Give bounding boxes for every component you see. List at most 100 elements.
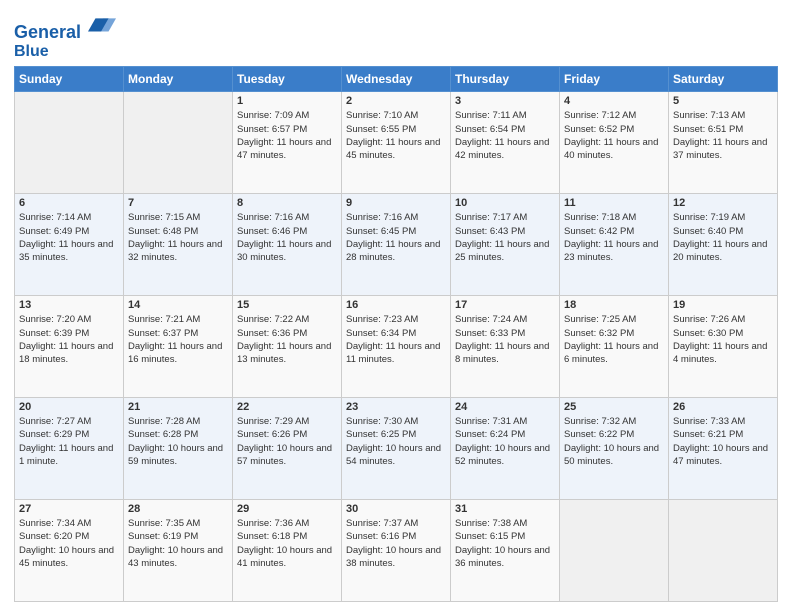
logo: General Blue (14, 10, 116, 60)
calendar-cell: 5 Sunrise: 7:13 AM Sunset: 6:51 PM Daylig… (669, 92, 778, 194)
day-number: 11 (564, 197, 664, 209)
day-number: 24 (455, 401, 555, 413)
calendar-cell: 6Sunrise: 7:14 AM Sunset: 6:49 PM Daylig… (15, 194, 124, 296)
week-row-1: 6Sunrise: 7:14 AM Sunset: 6:49 PM Daylig… (15, 194, 778, 296)
day-info: Sunrise: 7:18 AM Sunset: 6:42 PM Dayligh… (564, 211, 664, 264)
calendar-cell: 15 Sunrise: 7:22 AM Sunset: 6:36 PM Dayli… (233, 296, 342, 398)
calendar-cell: 20 Sunrise: 7:27 AM Sunset: 6:29 PM Dayli… (15, 398, 124, 500)
day-number: 30 (346, 503, 446, 515)
day-number: 3 (455, 95, 555, 107)
day-info: Sunrise: 7:31 AM Sunset: 6:24 PM Dayligh… (455, 415, 555, 468)
day-number: 12 (673, 197, 773, 209)
day-info: Sunrise: 7:38 AM Sunset: 6:15 PM Dayligh… (455, 517, 555, 570)
week-row-3: 20 Sunrise: 7:27 AM Sunset: 6:29 PM Dayli… (15, 398, 778, 500)
day-number: 29 (237, 503, 337, 515)
calendar-cell: 3 Sunrise: 7:11 AM Sunset: 6:54 PM Daylig… (451, 92, 560, 194)
calendar-cell: 11 Sunrise: 7:18 AM Sunset: 6:42 PM Dayli… (560, 194, 669, 296)
day-info: Sunrise: 7:26 AM Sunset: 6:30 PM Dayligh… (673, 313, 773, 366)
header: General Blue (14, 10, 778, 60)
logo-text: General (14, 10, 116, 43)
calendar-cell: 24 Sunrise: 7:31 AM Sunset: 6:24 PM Dayli… (451, 398, 560, 500)
weekday-header-sunday: Sunday (15, 67, 124, 92)
calendar-cell: 30 Sunrise: 7:37 AM Sunset: 6:16 PM Dayli… (342, 500, 451, 602)
logo-general: General (14, 22, 81, 42)
calendar-cell (124, 92, 233, 194)
day-info: Sunrise: 7:09 AM Sunset: 6:57 PM Dayligh… (237, 109, 337, 162)
day-info: Sunrise: 7:30 AM Sunset: 6:25 PM Dayligh… (346, 415, 446, 468)
day-number: 31 (455, 503, 555, 515)
calendar-cell: 10Sunrise: 7:17 AM Sunset: 6:43 PM Dayli… (451, 194, 560, 296)
day-number: 26 (673, 401, 773, 413)
day-info: Sunrise: 7:28 AM Sunset: 6:28 PM Dayligh… (128, 415, 228, 468)
day-info: Sunrise: 7:13 AM Sunset: 6:51 PM Dayligh… (673, 109, 773, 162)
calendar-cell: 18Sunrise: 7:25 AM Sunset: 6:32 PM Dayli… (560, 296, 669, 398)
weekday-header-saturday: Saturday (669, 67, 778, 92)
calendar-cell: 26Sunrise: 7:33 AM Sunset: 6:21 PM Dayli… (669, 398, 778, 500)
day-number: 23 (346, 401, 446, 413)
calendar-cell (560, 500, 669, 602)
day-info: Sunrise: 7:15 AM Sunset: 6:48 PM Dayligh… (128, 211, 228, 264)
day-number: 2 (346, 95, 446, 107)
day-number: 15 (237, 299, 337, 311)
day-info: Sunrise: 7:10 AM Sunset: 6:55 PM Dayligh… (346, 109, 446, 162)
day-info: Sunrise: 7:29 AM Sunset: 6:26 PM Dayligh… (237, 415, 337, 468)
day-number: 22 (237, 401, 337, 413)
calendar-cell: 23 Sunrise: 7:30 AM Sunset: 6:25 PM Dayli… (342, 398, 451, 500)
day-number: 28 (128, 503, 228, 515)
day-number: 16 (346, 299, 446, 311)
day-info: Sunrise: 7:11 AM Sunset: 6:54 PM Dayligh… (455, 109, 555, 162)
day-info: Sunrise: 7:20 AM Sunset: 6:39 PM Dayligh… (19, 313, 119, 366)
day-number: 17 (455, 299, 555, 311)
calendar-cell: 4 Sunrise: 7:12 AM Sunset: 6:52 PM Daylig… (560, 92, 669, 194)
weekday-header-row: SundayMondayTuesdayWednesdayThursdayFrid… (15, 67, 778, 92)
calendar-cell: 1 Sunrise: 7:09 AM Sunset: 6:57 PM Daylig… (233, 92, 342, 194)
day-info: Sunrise: 7:36 AM Sunset: 6:18 PM Dayligh… (237, 517, 337, 570)
day-number: 19 (673, 299, 773, 311)
day-info: Sunrise: 7:19 AM Sunset: 6:40 PM Dayligh… (673, 211, 773, 264)
day-info: Sunrise: 7:35 AM Sunset: 6:19 PM Dayligh… (128, 517, 228, 570)
calendar: SundayMondayTuesdayWednesdayThursdayFrid… (14, 66, 778, 602)
day-info: Sunrise: 7:25 AM Sunset: 6:32 PM Dayligh… (564, 313, 664, 366)
day-number: 5 (673, 95, 773, 107)
day-number: 4 (564, 95, 664, 107)
day-number: 7 (128, 197, 228, 209)
day-number: 27 (19, 503, 119, 515)
day-info: Sunrise: 7:34 AM Sunset: 6:20 PM Dayligh… (19, 517, 119, 570)
calendar-cell: 12 Sunrise: 7:19 AM Sunset: 6:40 PM Dayli… (669, 194, 778, 296)
calendar-cell: 17 Sunrise: 7:24 AM Sunset: 6:33 PM Dayli… (451, 296, 560, 398)
week-row-2: 13Sunrise: 7:20 AM Sunset: 6:39 PM Dayli… (15, 296, 778, 398)
day-info: Sunrise: 7:23 AM Sunset: 6:34 PM Dayligh… (346, 313, 446, 366)
weekday-header-tuesday: Tuesday (233, 67, 342, 92)
day-info: Sunrise: 7:12 AM Sunset: 6:52 PM Dayligh… (564, 109, 664, 162)
day-number: 8 (237, 197, 337, 209)
calendar-cell: 16 Sunrise: 7:23 AM Sunset: 6:34 PM Dayli… (342, 296, 451, 398)
day-info: Sunrise: 7:17 AM Sunset: 6:43 PM Dayligh… (455, 211, 555, 264)
calendar-cell: 25Sunrise: 7:32 AM Sunset: 6:22 PM Dayli… (560, 398, 669, 500)
day-info: Sunrise: 7:37 AM Sunset: 6:16 PM Dayligh… (346, 517, 446, 570)
calendar-cell: 31 Sunrise: 7:38 AM Sunset: 6:15 PM Dayli… (451, 500, 560, 602)
calendar-cell: 9 Sunrise: 7:16 AM Sunset: 6:45 PM Daylig… (342, 194, 451, 296)
calendar-cell (669, 500, 778, 602)
logo-icon (88, 10, 116, 38)
calendar-cell: 14 Sunrise: 7:21 AM Sunset: 6:37 PM Dayli… (124, 296, 233, 398)
day-info: Sunrise: 7:24 AM Sunset: 6:33 PM Dayligh… (455, 313, 555, 366)
week-row-0: 1 Sunrise: 7:09 AM Sunset: 6:57 PM Daylig… (15, 92, 778, 194)
calendar-cell: 7 Sunrise: 7:15 AM Sunset: 6:48 PM Daylig… (124, 194, 233, 296)
day-number: 14 (128, 299, 228, 311)
day-info: Sunrise: 7:27 AM Sunset: 6:29 PM Dayligh… (19, 415, 119, 468)
weekday-header-thursday: Thursday (451, 67, 560, 92)
weekday-header-friday: Friday (560, 67, 669, 92)
day-number: 21 (128, 401, 228, 413)
day-number: 1 (237, 95, 337, 107)
day-info: Sunrise: 7:16 AM Sunset: 6:45 PM Dayligh… (346, 211, 446, 264)
weekday-header-monday: Monday (124, 67, 233, 92)
day-info: Sunrise: 7:16 AM Sunset: 6:46 PM Dayligh… (237, 211, 337, 264)
day-info: Sunrise: 7:22 AM Sunset: 6:36 PM Dayligh… (237, 313, 337, 366)
week-row-4: 27 Sunrise: 7:34 AM Sunset: 6:20 PM Dayli… (15, 500, 778, 602)
day-number: 9 (346, 197, 446, 209)
day-number: 20 (19, 401, 119, 413)
day-info: Sunrise: 7:14 AM Sunset: 6:49 PM Dayligh… (19, 211, 119, 264)
day-info: Sunrise: 7:21 AM Sunset: 6:37 PM Dayligh… (128, 313, 228, 366)
calendar-cell: 22 Sunrise: 7:29 AM Sunset: 6:26 PM Dayli… (233, 398, 342, 500)
calendar-cell: 21 Sunrise: 7:28 AM Sunset: 6:28 PM Dayli… (124, 398, 233, 500)
